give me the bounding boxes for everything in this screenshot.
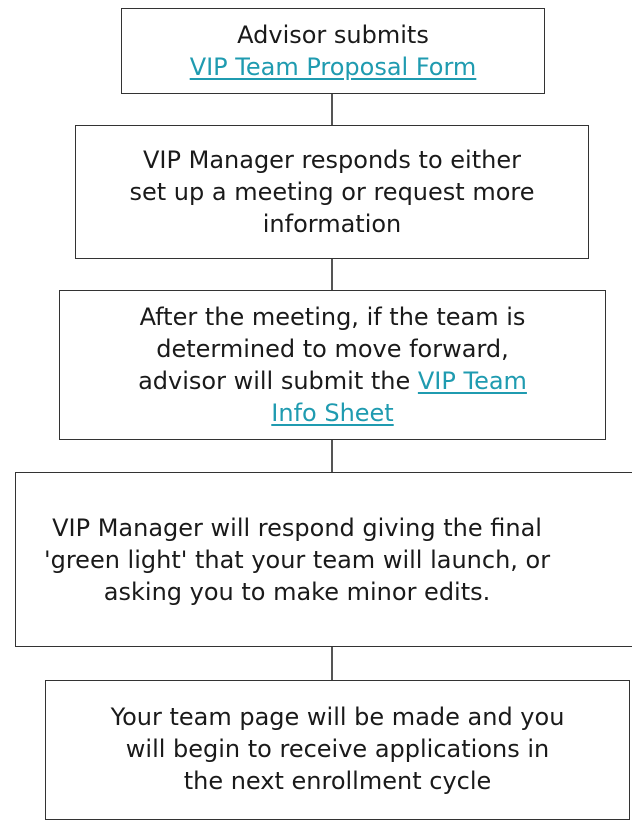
connector-3-4: [331, 440, 333, 472]
step-5-line-1: Your team page will be made and you: [110, 703, 565, 731]
connector-1-2: [331, 94, 333, 125]
step-4-line-2: 'green light' that your team will launch…: [44, 545, 551, 574]
step-3-line-1: After the meeting, if the team is: [139, 303, 526, 331]
step-3-box: After the meeting, if the team is determ…: [59, 290, 606, 440]
vip-team-info-sheet-link-part-1: VIP Team: [417, 367, 527, 395]
step-1-text: Advisor submits VIP Team Proposal Form: [190, 19, 477, 83]
step-4-line-1: VIP Manager will respond giving the fina…: [52, 513, 542, 542]
step-3-text: After the meeting, if the team is determ…: [138, 301, 527, 429]
step-5-box: Your team page will be made and you will…: [45, 680, 630, 820]
step-2-box: VIP Manager responds to either set up a …: [75, 125, 589, 259]
connector-4-5: [331, 647, 333, 680]
connector-2-3: [331, 259, 333, 290]
step-1-box: Advisor submits VIP Team Proposal Form: [121, 8, 545, 94]
step-2-line-2: set up a meeting or request more: [129, 178, 535, 206]
step-5-line-3: the next enrollment cycle: [183, 767, 492, 795]
step-3-line-3: advisor will submit the: [138, 367, 418, 395]
step-2-text: VIP Manager responds to either set up a …: [130, 144, 535, 240]
step-1-line-1: Advisor submits: [237, 21, 429, 49]
step-4-line-3: asking you to make minor edits.: [103, 577, 491, 606]
vip-team-info-sheet-link-part-2: Info Sheet: [271, 399, 394, 427]
step-5-text: Your team page will be made and you will…: [111, 701, 565, 797]
step-4-text: VIP Manager will respond giving the fina…: [44, 512, 550, 608]
step-2-line-3: information: [262, 210, 402, 238]
step-3-line-2: determined to move forward,: [156, 335, 509, 363]
step-2-line-1: VIP Manager responds to either: [143, 146, 521, 174]
step-4-box: VIP Manager will respond giving the fina…: [15, 472, 632, 647]
vip-team-proposal-form-link[interactable]: VIP Team Proposal Form: [190, 53, 477, 81]
step-5-line-2: will begin to receive applications in: [125, 735, 550, 763]
